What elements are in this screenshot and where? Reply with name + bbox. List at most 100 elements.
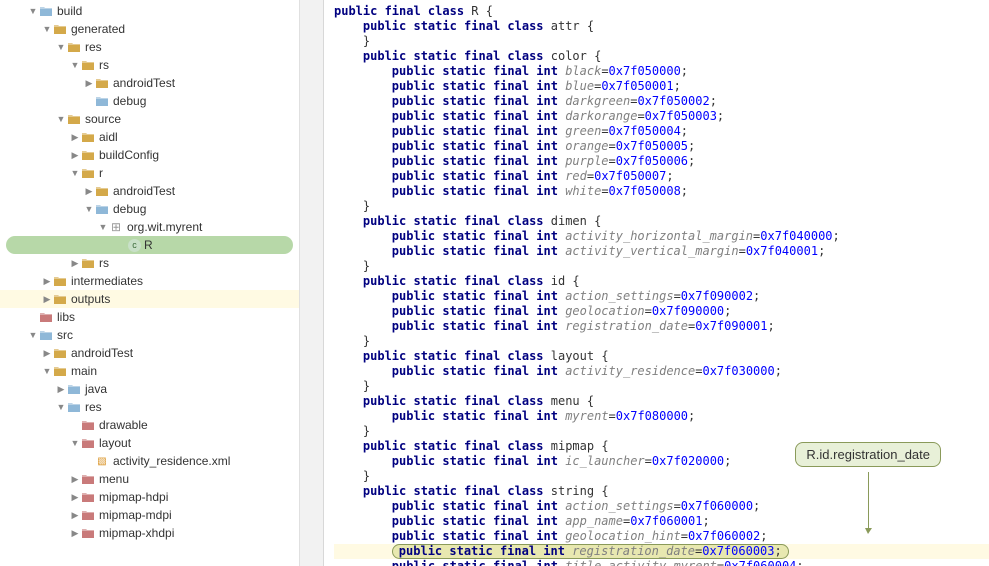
expand-arrow-icon[interactable]: ▶ [70,474,80,485]
tree-item-buildconfig[interactable]: ▶buildConfig [0,146,299,164]
code-line[interactable]: public static final class layout { [334,349,989,364]
code-line[interactable]: } [334,334,989,349]
expand-arrow-icon[interactable]: ▶ [84,186,94,197]
code-line[interactable]: public static final int darkgreen=0x7f05… [334,94,989,109]
code-line[interactable]: public static final int title_activity_m… [334,559,989,566]
code-line[interactable]: } [334,469,989,484]
code-line[interactable]: public static final int purple=0x7f05000… [334,154,989,169]
code-line[interactable]: public static final int red=0x7f050007; [334,169,989,184]
tree-item-mipmap-xhdpi[interactable]: ▶mipmap-xhdpi [0,524,299,542]
expand-arrow-icon[interactable]: ▼ [42,366,52,376]
tree-item-r[interactable]: cR [6,236,293,254]
expand-arrow-icon[interactable]: ▼ [56,114,66,124]
code-line[interactable]: public static final int activity_vertica… [334,244,989,259]
expand-arrow-icon[interactable]: ▶ [70,510,80,521]
tree-item-androidtest[interactable]: ▶androidTest [0,182,299,200]
code-line[interactable]: public static final class color { [334,49,989,64]
tree-item-build[interactable]: ▼ build [0,2,299,20]
code-line[interactable]: public static final int app_name=0x7f060… [334,514,989,529]
tree-item-libs[interactable]: libs [0,308,299,326]
tree-item-main[interactable]: ▼main [0,362,299,380]
expand-arrow-icon[interactable]: ▼ [98,222,108,232]
tree-label: debug [113,94,146,108]
expand-arrow-icon[interactable]: ▼ [42,24,52,34]
expand-arrow-icon[interactable]: ▶ [42,294,52,305]
expand-arrow-icon[interactable]: ▶ [70,528,80,539]
tree-item-rs[interactable]: ▼rs [0,56,299,74]
tree-item-res[interactable]: ▼res [0,38,299,56]
highlighted-line: public static final int registration_dat… [392,544,789,559]
code-line[interactable]: public static final class menu { [334,394,989,409]
code-line[interactable]: } [334,424,989,439]
expand-arrow-icon[interactable]: ▶ [42,276,52,287]
code-line[interactable]: } [334,259,989,274]
expand-arrow-icon[interactable]: ▶ [70,492,80,503]
code-line[interactable]: public static final int registration_dat… [334,319,989,334]
tree-label: r [99,166,103,180]
code-line[interactable]: public static final int white=0x7f050008… [334,184,989,199]
expand-arrow-icon[interactable]: ▶ [70,132,80,143]
tree-item-outputs[interactable]: ▶outputs [0,290,299,308]
code-line[interactable]: public static final int geolocation=0x7f… [334,304,989,319]
expand-arrow-icon[interactable]: ▼ [28,330,38,340]
project-tree[interactable]: ▼build▼generated▼res▼rs▶androidTestdebug… [0,0,300,566]
tree-item-rs[interactable]: ▶rs [0,254,299,272]
code-line[interactable]: public static final int activity_horizon… [334,229,989,244]
code-line[interactable]: public static final int green=0x7f050004… [334,124,989,139]
code-line[interactable]: public static final int blue=0x7f050001; [334,79,989,94]
tree-item-org-wit-myrent[interactable]: ▼⊞org.wit.myrent [0,218,299,236]
tree-item-layout[interactable]: ▼layout [0,434,299,452]
code-line[interactable]: public static final int darkorange=0x7f0… [334,109,989,124]
expand-arrow-icon[interactable]: ▼ [28,6,38,16]
tree-item-debug[interactable]: debug [0,92,299,110]
tree-item-androidtest[interactable]: ▶androidTest [0,344,299,362]
tree-item-mipmap-hdpi[interactable]: ▶mipmap-hdpi [0,488,299,506]
code-line[interactable]: public static final class string { [334,484,989,499]
tree-item-source[interactable]: ▼source [0,110,299,128]
code-line[interactable]: public final class R { [334,4,989,19]
expand-arrow-icon[interactable]: ▼ [70,168,80,178]
expand-arrow-icon[interactable]: ▼ [56,402,66,412]
expand-arrow-icon[interactable]: ▶ [70,258,80,269]
code-line[interactable]: public static final int action_settings=… [334,499,989,514]
expand-arrow-icon[interactable]: ▼ [70,60,80,70]
code-line[interactable]: public static final class dimen { [334,214,989,229]
tree-item-activity-residence-xml[interactable]: ▧activity_residence.xml [0,452,299,470]
code-editor[interactable]: public final class R { public static fin… [324,0,989,566]
tree-label: drawable [99,418,148,432]
tree-item-debug[interactable]: ▼debug [0,200,299,218]
tree-item-intermediates[interactable]: ▶intermediates [0,272,299,290]
code-line[interactable]: public static final int activity_residen… [334,364,989,379]
code-line[interactable]: } [334,199,989,214]
expand-arrow-icon[interactable]: ▶ [56,384,66,395]
code-line[interactable]: public static final class id { [334,274,989,289]
tree-item-r[interactable]: ▼r [0,164,299,182]
tree-item-drawable[interactable]: drawable [0,416,299,434]
tree-item-generated[interactable]: ▼generated [0,20,299,38]
code-line[interactable]: public static final int black=0x7f050000… [334,64,989,79]
code-line[interactable]: public static final class attr { [334,19,989,34]
tree-label: org.wit.myrent [127,220,202,234]
expand-arrow-icon[interactable]: ▼ [70,438,80,448]
tree-item-aidl[interactable]: ▶aidl [0,128,299,146]
code-line[interactable]: public static final int registration_dat… [334,544,989,559]
tree-item-java[interactable]: ▶ java [0,380,299,398]
tree-label: java [85,382,107,396]
code-line[interactable]: } [334,379,989,394]
code-line[interactable]: public static final int myrent=0x7f08000… [334,409,989,424]
expand-arrow-icon[interactable]: ▶ [84,78,94,89]
code-line[interactable]: public static final int orange=0x7f05000… [334,139,989,154]
code-line[interactable]: } [334,34,989,49]
tree-label: build [57,4,82,18]
expand-arrow-icon[interactable]: ▶ [42,348,52,359]
expand-arrow-icon[interactable]: ▼ [56,42,66,52]
code-line[interactable]: public static final int geolocation_hint… [334,529,989,544]
tree-item-res[interactable]: ▼res [0,398,299,416]
expand-arrow-icon[interactable]: ▶ [70,150,80,161]
tree-item-androidtest[interactable]: ▶androidTest [0,74,299,92]
tree-item-menu[interactable]: ▶menu [0,470,299,488]
code-line[interactable]: public static final int action_settings=… [334,289,989,304]
tree-item-mipmap-mdpi[interactable]: ▶mipmap-mdpi [0,506,299,524]
expand-arrow-icon[interactable]: ▼ [84,204,94,214]
tree-item-src[interactable]: ▼src [0,326,299,344]
